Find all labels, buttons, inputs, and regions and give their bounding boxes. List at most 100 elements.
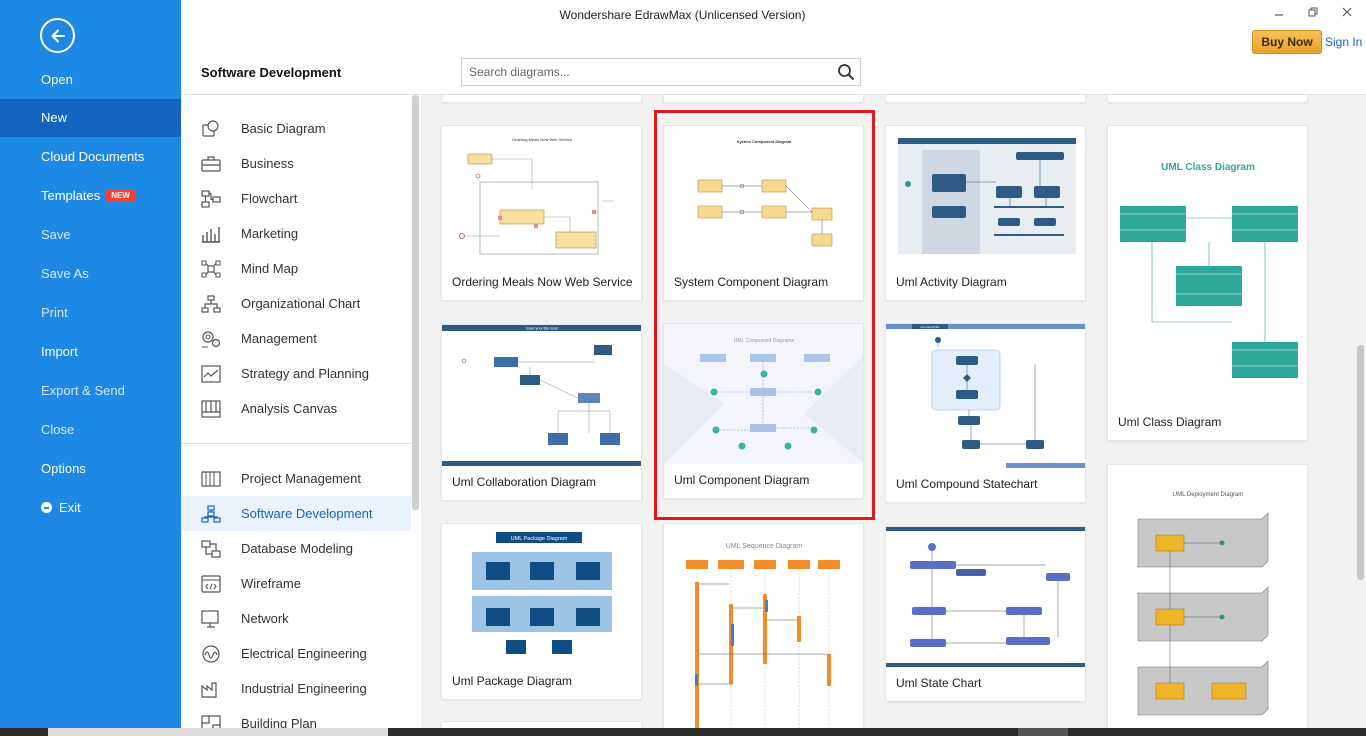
nav-close-label: Close [41,422,75,437]
template-card-uml-class[interactable]: UML Class Diagram Uml Class Diagram [1107,125,1308,441]
nav-import[interactable]: Import [0,333,181,371]
nav-options[interactable]: Options [0,450,181,488]
category-marketing[interactable]: Marketing [181,216,411,251]
category-strategy-planning[interactable]: Strategy and Planning [181,356,411,391]
category-flowchart[interactable]: Flowchart [181,181,411,216]
template-card-uml-state-chart[interactable]: Uml State Chart [885,526,1086,702]
template-card-uml-deployment[interactable]: UML Deployment Diagram [1107,464,1308,728]
nav-save-as[interactable]: Save As [0,255,181,293]
category-label: Strategy and Planning [241,366,369,381]
briefcase-icon [201,156,221,172]
template-label: Uml Class Diagram [1118,415,1222,429]
thumb-title: UML Package Diagram [511,536,568,542]
org-chart-icon [201,295,221,313]
nav-templates[interactable]: Templates NEW [0,177,181,215]
category-label: Business [241,156,294,171]
template-card-ordering-meals[interactable]: Ordering Meals Now Web Service Ordering … [441,125,642,301]
template-card-uml-collaboration[interactable]: Insert your title here! Uml Collaboratio… [441,324,642,501]
thumb-title: UML Deployment Diagram [1173,492,1243,498]
taskbar-app[interactable] [1018,728,1068,736]
template-card-partial[interactable] [663,95,864,103]
management-icon [202,331,221,348]
template-card-system-component[interactable]: System Component Diagram System Componen… [663,125,864,301]
template-label: Ordering Meals Now Web Service [452,275,633,289]
category-label: Management [241,331,317,346]
buy-now-button[interactable]: Buy Now [1252,30,1322,54]
category-scrollbar[interactable] [412,95,419,510]
close-button[interactable] [1337,6,1357,24]
nav-close[interactable]: Close [0,411,181,449]
category-analysis-canvas[interactable]: Analysis Canvas [181,391,411,426]
category-label: Analysis Canvas [241,401,338,416]
thumb-title: System Component Diagram [737,139,792,144]
gallery-scrollbar[interactable] [1357,345,1364,580]
template-card-uml-compound-statechart[interactable]: Company/Title Uml Compound Statechart [885,323,1086,503]
category-industrial-engineering[interactable]: Industrial Engineering [181,671,411,706]
template-thumbnail: UML Package Diagram [442,524,641,665]
mind-map-icon [201,260,221,278]
template-thumbnail: Company/Title [886,324,1085,468]
nav-open[interactable]: Open [0,61,181,99]
nav-save-label: Save [41,227,71,242]
back-button[interactable] [40,18,75,53]
category-label: Basic Diagram [241,121,326,136]
template-label: Uml Package Diagram [452,674,573,688]
template-card-uml-package[interactable]: UML Package Diagram Uml Package Diagram [441,523,642,700]
category-electrical-engineering[interactable]: Electrical Engineering [181,636,411,671]
category-wireframe[interactable]: Wireframe [181,566,411,601]
category-label: Wireframe [241,576,301,591]
nav-print[interactable]: Print [0,294,181,332]
minimize-button[interactable] [1269,6,1289,24]
template-card-partial[interactable] [441,721,642,728]
strategy-icon [201,365,221,383]
template-thumbnail: Insert your title here! [442,325,641,466]
nav-export-send[interactable]: Export & Send [0,372,181,410]
template-card-uml-activity[interactable]: Uml Activity Diagram [885,125,1086,301]
window-title: Wondershare EdrawMax (Unlicensed Version… [559,8,806,22]
category-label: Database Modeling [241,541,354,556]
thumb-title: UML Component Diagrams [734,338,795,344]
search-box [461,58,861,86]
template-thumbnail: UML Component Diagrams [664,324,863,464]
database-icon [201,540,221,558]
nav-new-label: New [41,110,68,125]
bar-chart-icon [202,227,220,243]
category-organizational-chart[interactable]: Organizational Chart [181,286,411,321]
nav-save[interactable]: Save [0,216,181,254]
template-card-partial[interactable] [441,95,642,103]
category-basic-diagram[interactable]: Basic Diagram [181,111,411,146]
template-card-partial[interactable] [885,95,1086,103]
nav-new[interactable]: New [0,99,181,137]
close-icon [1342,7,1352,17]
template-thumbnail: Ordering Meals Now Web Service [442,126,641,266]
category-database-modeling[interactable]: Database Modeling [181,531,411,566]
category-label: Organizational Chart [241,296,361,311]
template-card-partial[interactable] [1107,95,1308,103]
search-icon[interactable] [837,63,855,81]
category-management[interactable]: Management [181,321,411,356]
code-window-icon [201,575,221,593]
restore-button[interactable] [1303,6,1323,24]
category-network[interactable]: Network [181,601,411,636]
category-software-development[interactable]: Software Development [181,496,411,531]
thumb-title: UML Class Diagram [1161,162,1255,173]
template-card-uml-component[interactable]: UML Component Diagrams Uml Component Dia… [663,323,864,499]
sign-in-link[interactable]: Sign In [1325,35,1362,49]
search-input[interactable] [462,59,822,85]
thumb-title: Company/Title [920,325,940,329]
category-label: Mind Map [241,261,299,276]
category-business[interactable]: Business [181,146,411,181]
flowchart-icon [201,190,221,208]
nav-exit[interactable]: Exit [0,489,181,527]
nav-save-as-label: Save As [41,266,89,281]
category-project-management[interactable]: Project Management [181,461,411,496]
category-label: Network [241,611,289,626]
category-mind-map[interactable]: Mind Map [181,251,411,286]
page-title: Software Development [201,65,342,80]
file-menu-sidebar: Open New Cloud Documents Templates NEW Sa… [0,0,181,736]
template-gallery: Ordering Meals Now Web Service Ordering … [421,94,1366,728]
gantt-icon [201,471,221,487]
taskbar-app[interactable] [48,728,388,736]
template-card-uml-sequence[interactable]: UML Sequence Diagram [663,523,864,728]
nav-cloud-documents[interactable]: Cloud Documents [0,138,181,176]
